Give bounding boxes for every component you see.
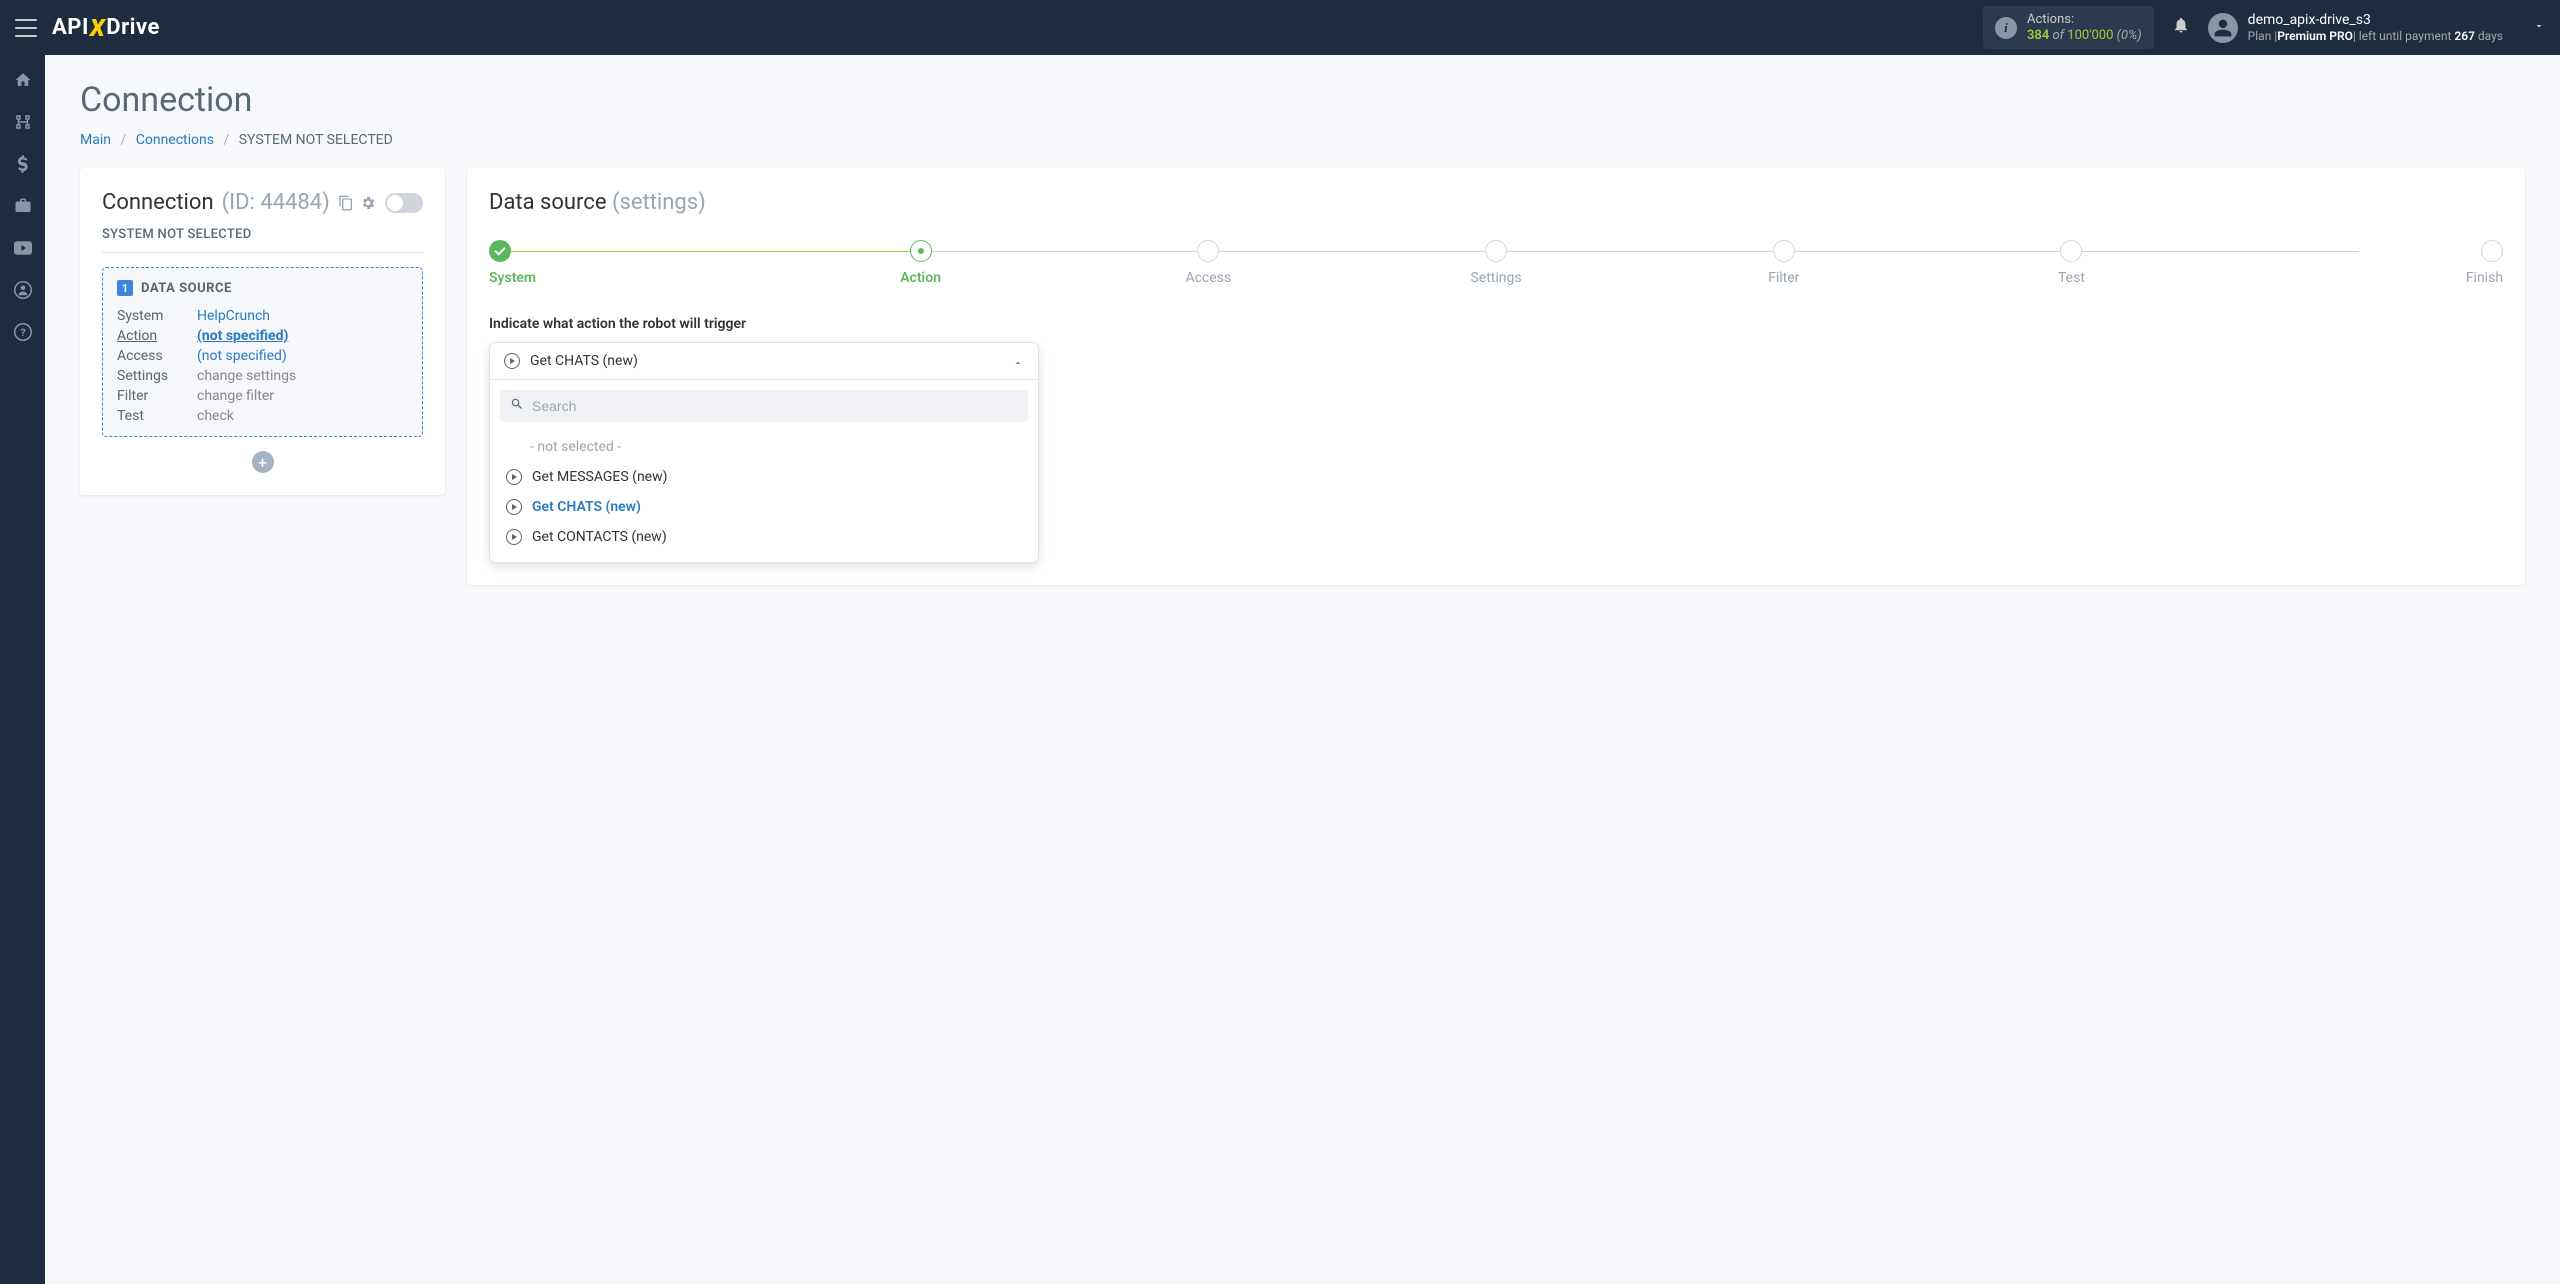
row-system-value[interactable]: HelpCrunch (197, 308, 408, 324)
user-plan: Plan |Premium PRO| left until payment 26… (2248, 29, 2503, 45)
actions-counts: 384 of 100'000 (0%) (2027, 28, 2142, 44)
briefcase-icon[interactable] (13, 196, 33, 216)
crumb-main[interactable]: Main (80, 132, 111, 148)
connection-panel: Connection (ID: 44484) SYSTEM NOT SELECT… (80, 168, 445, 495)
search-input[interactable] (532, 398, 1018, 414)
content-row: Connection (ID: 44484) SYSTEM NOT SELECT… (80, 168, 2525, 585)
breadcrumb: Main / Connections / SYSTEM NOT SELECTED (80, 132, 2525, 148)
row-settings-value[interactable]: change settings (197, 368, 408, 384)
logo[interactable]: APIXDrive (52, 14, 160, 42)
step-filter[interactable]: Filter (1640, 240, 1928, 286)
add-button[interactable]: + (252, 451, 274, 473)
user-text: demo_apix-drive_s3 Plan |Premium PRO| le… (2248, 11, 2503, 45)
logo-part2: X (90, 14, 105, 42)
play-icon (506, 529, 522, 545)
row-test-label: Test (117, 408, 197, 424)
profile-icon[interactable] (13, 280, 33, 300)
home-icon[interactable] (13, 70, 33, 90)
play-icon (506, 469, 522, 485)
chevron-up-icon (1012, 353, 1024, 369)
avatar-icon (2208, 13, 2238, 43)
play-icon (506, 499, 522, 515)
logo-part1: API (52, 15, 89, 40)
logo-part3: Drive (106, 15, 160, 40)
actions-box[interactable]: i Actions: 384 of 100'000 (0%) (1983, 6, 2154, 49)
user-menu[interactable]: demo_apix-drive_s3 Plan |Premium PRO| le… (2208, 11, 2545, 45)
row-system-label: System (117, 308, 197, 324)
row-settings-label: Settings (117, 368, 197, 384)
actions-of: of (2052, 28, 2064, 43)
step-finish[interactable]: Finish (2215, 240, 2503, 286)
enable-toggle[interactable] (385, 193, 423, 213)
row-access-value[interactable]: (not specified) (197, 348, 408, 364)
copy-icon[interactable] (338, 195, 354, 211)
settings-panel: Data source (settings) System Action Acc… (467, 168, 2525, 585)
actions-count: 384 (2027, 28, 2049, 43)
dropdown-selected-text: Get CHATS (new) (530, 353, 1002, 369)
step-system[interactable]: System (489, 240, 777, 286)
topbar-right: i Actions: 384 of 100'000 (0%) demo_apix… (1983, 6, 2545, 49)
datasource-header: 1 DATA SOURCE (117, 280, 408, 296)
row-filter-label: Filter (117, 388, 197, 404)
dropdown-search[interactable] (500, 390, 1028, 422)
field-label: Indicate what action the robot will trig… (489, 316, 2503, 332)
topbar-left: APIXDrive (15, 14, 160, 42)
crumb-current: SYSTEM NOT SELECTED (239, 132, 393, 148)
bell-icon[interactable] (2172, 16, 2190, 39)
actions-label: Actions: (2027, 12, 2142, 28)
actions-text: Actions: 384 of 100'000 (0%) (2027, 12, 2142, 43)
step-settings[interactable]: Settings (1352, 240, 1640, 286)
play-icon (504, 353, 520, 369)
menu-icon[interactable] (15, 19, 37, 37)
topbar: APIXDrive i Actions: 384 of 100'000 (0%) (0, 0, 2560, 55)
option-chats[interactable]: Get CHATS (new) (500, 492, 1028, 522)
connection-header: Connection (ID: 44484) (102, 190, 423, 215)
video-icon[interactable] (13, 238, 33, 258)
row-action-label: Action (117, 328, 197, 344)
row-filter-value[interactable]: change filter (197, 388, 408, 404)
datasource-box[interactable]: 1 DATA SOURCE System HelpCrunch Action (… (102, 267, 423, 437)
help-icon[interactable]: ? (13, 322, 33, 342)
actions-total: 100'000 (2067, 28, 2113, 43)
user-name: demo_apix-drive_s3 (2248, 11, 2503, 29)
leftbar: ? (0, 55, 45, 1284)
row-action-value[interactable]: (not specified) (197, 328, 408, 344)
row-access-label: Access (117, 348, 197, 364)
main: Connection Main / Connections / SYSTEM N… (45, 55, 2560, 610)
step-test[interactable]: Test (1928, 240, 2216, 286)
connection-id: (ID: 44484) (222, 190, 330, 215)
crumb-connections[interactable]: Connections (136, 132, 214, 148)
settings-title: Data source (settings) (489, 190, 2503, 215)
stepper: System Action Access Settings Filter Tes… (489, 240, 2503, 286)
page-title: Connection (80, 80, 2525, 120)
connection-icons (338, 195, 376, 211)
datasource-number: 1 (117, 280, 133, 296)
step-access[interactable]: Access (1064, 240, 1352, 286)
action-dropdown: Get CHATS (new) - not selected - Get MES… (489, 342, 1039, 563)
svg-text:?: ? (20, 326, 25, 339)
connection-subtitle: SYSTEM NOT SELECTED (102, 227, 423, 253)
info-icon: i (1995, 17, 2017, 39)
dropdown-list: - not selected - Get MESSAGES (new) Get … (500, 432, 1028, 552)
billing-icon[interactable] (13, 154, 33, 174)
datasource-table: System HelpCrunch Action (not specified)… (117, 308, 408, 424)
dropdown-body: - not selected - Get MESSAGES (new) Get … (490, 379, 1038, 562)
actions-pct: (0%) (2117, 28, 2142, 43)
chevron-down-icon (2533, 20, 2545, 36)
option-contacts[interactable]: Get CONTACTS (new) (500, 522, 1028, 552)
option-not-selected[interactable]: - not selected - (500, 432, 1028, 462)
datasource-title: DATA SOURCE (141, 281, 232, 296)
step-action[interactable]: Action (777, 240, 1065, 286)
dropdown-selected[interactable]: Get CHATS (new) (490, 343, 1038, 379)
option-messages[interactable]: Get MESSAGES (new) (500, 462, 1028, 492)
connection-title: Connection (102, 190, 214, 215)
search-icon (510, 397, 524, 415)
gear-icon[interactable] (360, 195, 376, 211)
row-test-value[interactable]: check (197, 408, 408, 424)
connections-icon[interactable] (13, 112, 33, 132)
